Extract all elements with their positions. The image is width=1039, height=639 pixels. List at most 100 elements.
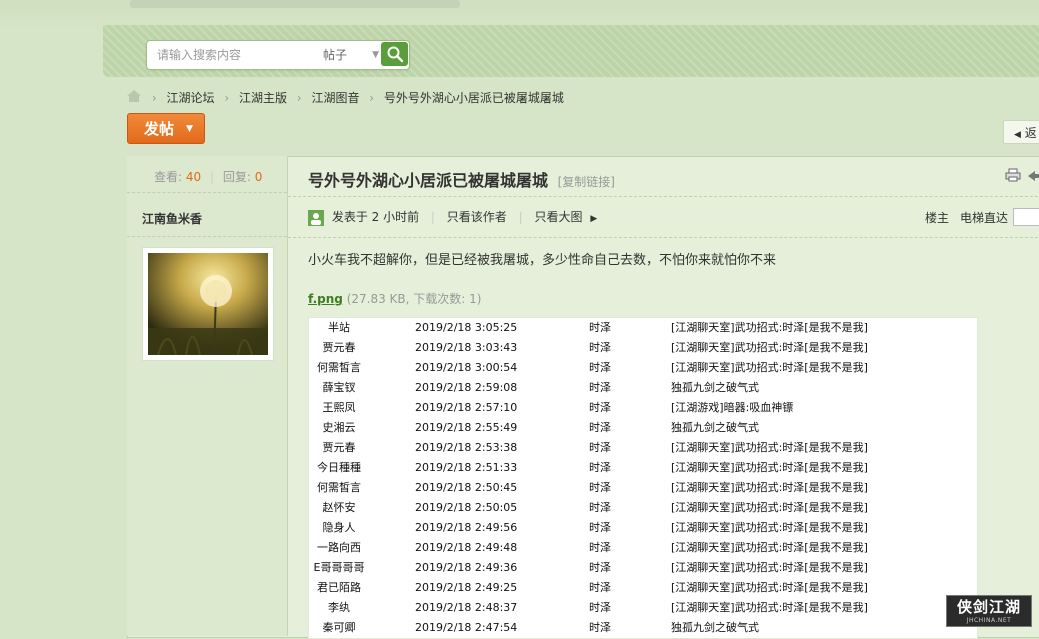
log-row: 赵怀安 2019/2/18 2:50:05 时泽 [江湖聊天室]武功招式:时泽[是我不… (309, 498, 977, 518)
logo-domain: JHCHINA.NET (966, 617, 1012, 624)
author-name[interactable]: 江南鱼米香 (142, 210, 202, 227)
search-button[interactable] (381, 42, 408, 66)
log-time: 2019/2/18 2:47:54 (415, 621, 518, 634)
search-input[interactable] (157, 41, 317, 69)
back-button[interactable]: ◀ 返 (1003, 120, 1039, 144)
breadcrumb-item-main[interactable]: 江湖主版 (239, 91, 287, 105)
copy-link[interactable]: [复制链接] (558, 175, 615, 189)
log-name: E哥哥哥哥 (313, 561, 365, 574)
log-action: [江湖聊天室]武功招式:时泽[是我不是我] (671, 481, 868, 494)
log-name: 半站 (328, 321, 350, 334)
log-action: [江湖聊天室]武功招式:时泽[是我不是我] (671, 441, 868, 454)
log-who: 时泽 (589, 601, 611, 614)
log-time: 2019/2/18 2:48:37 (415, 601, 518, 614)
new-post-button[interactable]: 发帖 ▼ (127, 113, 205, 144)
site-logo: 侠剑江湖 JHCHINA.NET (946, 595, 1032, 627)
log-who: 时泽 (589, 361, 611, 374)
log-time: 2019/2/18 2:51:33 (415, 461, 518, 474)
log-time: 2019/2/18 2:50:05 (415, 501, 518, 514)
log-row: 今日種種 2019/2/18 2:51:33 时泽 [江湖聊天室]武功招式:时泽[是我… (309, 458, 977, 478)
log-row: 何需皙言 2019/2/18 3:00:54 时泽 [江湖聊天室]武功招式:时泽[是我… (309, 358, 977, 378)
log-action: 独孤九剑之破气式 (671, 621, 759, 634)
log-action: 独孤九剑之破气式 (671, 381, 759, 394)
chevron-down-icon: ▼ (186, 124, 193, 134)
log-who: 时泽 (589, 441, 611, 454)
log-name: 何需皙言 (317, 361, 361, 374)
chevron-down-icon: ▼ (372, 50, 379, 60)
log-action: [江湖聊天室]武功招式:时泽[是我不是我] (671, 581, 868, 594)
search-type-select[interactable]: 帖子 ▼ (323, 41, 379, 69)
log-time: 2019/2/18 2:55:49 (415, 421, 518, 434)
author-sidebar (127, 156, 288, 636)
home-icon[interactable] (126, 89, 142, 106)
log-action: [江湖聊天室]武功招式:时泽[是我不是我] (671, 321, 868, 334)
only-author-link[interactable]: 只看该作者 (447, 210, 507, 224)
floor-label: 楼主 (925, 211, 950, 225)
log-action: [江湖聊天室]武功招式:时泽[是我不是我] (671, 501, 868, 514)
log-action: [江湖聊天室]武功招式:时泽[是我不是我] (671, 461, 868, 474)
elevator-input[interactable] (1013, 208, 1039, 226)
log-row: E哥哥哥哥 2019/2/18 2:49:36 时泽 [江湖聊天室]武功招式:时泽[是… (309, 558, 977, 578)
log-who: 时泽 (589, 621, 611, 634)
breadcrumb-item-media[interactable]: 江湖图音 (311, 91, 359, 105)
replies-count: 0 (254, 170, 263, 184)
meta-divider (288, 237, 1039, 239)
log-who: 时泽 (589, 421, 611, 434)
breadcrumb-item-forum[interactable]: 江湖论坛 (166, 91, 214, 105)
log-name: 赵怀安 (322, 501, 356, 514)
log-row: 半站 2019/2/18 3:05:25 时泽 [江湖聊天室]武功招式:时泽[是我不是… (309, 318, 977, 338)
log-time: 2019/2/18 3:00:54 (415, 361, 518, 374)
stats-divider: | (209, 170, 215, 184)
views-count: 40 (185, 170, 202, 184)
sidebar-divider (127, 236, 287, 238)
log-name: 君已陌路 (317, 581, 361, 594)
replies-label: 回复: (222, 170, 251, 184)
avatar-frame[interactable] (142, 247, 274, 361)
log-who: 时泽 (589, 581, 611, 594)
log-time: 2019/2/18 2:49:36 (415, 561, 518, 574)
log-name: 李纨 (328, 601, 350, 614)
log-name: 王熙凤 (322, 401, 356, 414)
views-label: 查看: (154, 170, 183, 184)
only-images-link[interactable]: 只看大图 (535, 210, 583, 224)
log-row: 何需皙言 2019/2/18 2:50:45 时泽 [江湖聊天室]武功招式:时泽[是我… (309, 478, 977, 498)
breadcrumb: › 江湖论坛 › 江湖主版 › 江湖图音 › 号外号外湖心小居派已被屠城屠城 (126, 89, 564, 106)
thread-title: 号外号外湖心小居派已被屠城屠城 [复制链接] (308, 167, 615, 191)
log-action: [江湖聊天室]武功招式:时泽[是我不是我] (671, 561, 868, 574)
log-action: [江湖游戏]暗器:吸血神镖 (671, 401, 794, 414)
log-row: 薛宝钗 2019/2/18 2:59:08 时泽 独孤九剑之破气式 (309, 378, 977, 398)
breadcrumb-separator: › (224, 90, 230, 105)
log-action: [江湖聊天室]武功招式:时泽[是我不是我] (671, 361, 868, 374)
log-who: 时泽 (589, 481, 611, 494)
log-name: 隐身人 (322, 521, 356, 534)
triangle-right-icon: ▶ (590, 214, 598, 224)
elevator-label: 电梯直达 (960, 211, 1009, 225)
arrow-left-icon: ◀ (1014, 130, 1021, 140)
log-time: 2019/2/18 2:53:38 (415, 441, 518, 454)
meta-divider: | (430, 210, 435, 224)
log-row: 李纨 2019/2/18 2:48:37 时泽 [江湖聊天室]武功招式:时泽[是我不是… (309, 598, 977, 618)
log-row: 隐身人 2019/2/18 2:49:56 时泽 [江湖聊天室]武功招式:时泽[是我不… (309, 518, 977, 538)
log-name: 今日種種 (317, 461, 361, 474)
log-name: 史湘云 (322, 421, 356, 434)
thread-title-text: 号外号外湖心小居派已被屠城屠城 (308, 171, 549, 190)
user-icon (308, 209, 324, 226)
breadcrumb-item-thread[interactable]: 号外号外湖心小居派已被屠城屠城 (384, 91, 564, 105)
log-who: 时泽 (589, 561, 611, 574)
log-action: [江湖聊天室]武功招式:时泽[是我不是我] (671, 521, 868, 534)
breadcrumb-separator: › (296, 90, 302, 105)
sidebar-divider (127, 192, 287, 194)
log-row: 君已陌路 2019/2/18 2:49:25 时泽 [江湖聊天室]武功招式:时泽[是我… (309, 578, 977, 598)
top-blurred-strip (130, 0, 460, 8)
log-time: 2019/2/18 2:50:45 (415, 481, 518, 494)
log-who: 时泽 (589, 341, 611, 354)
log-time: 2019/2/18 3:05:25 (415, 321, 518, 334)
search-icon (387, 46, 404, 63)
log-time: 2019/2/18 2:49:56 (415, 521, 518, 534)
log-who: 时泽 (589, 521, 611, 534)
print-icon[interactable] (1005, 168, 1021, 185)
log-who: 时泽 (589, 541, 611, 554)
attachment-link[interactable]: f.png (308, 292, 343, 306)
arrow-left-icon[interactable] (1028, 170, 1039, 185)
log-name: 薛宝钗 (322, 381, 356, 394)
